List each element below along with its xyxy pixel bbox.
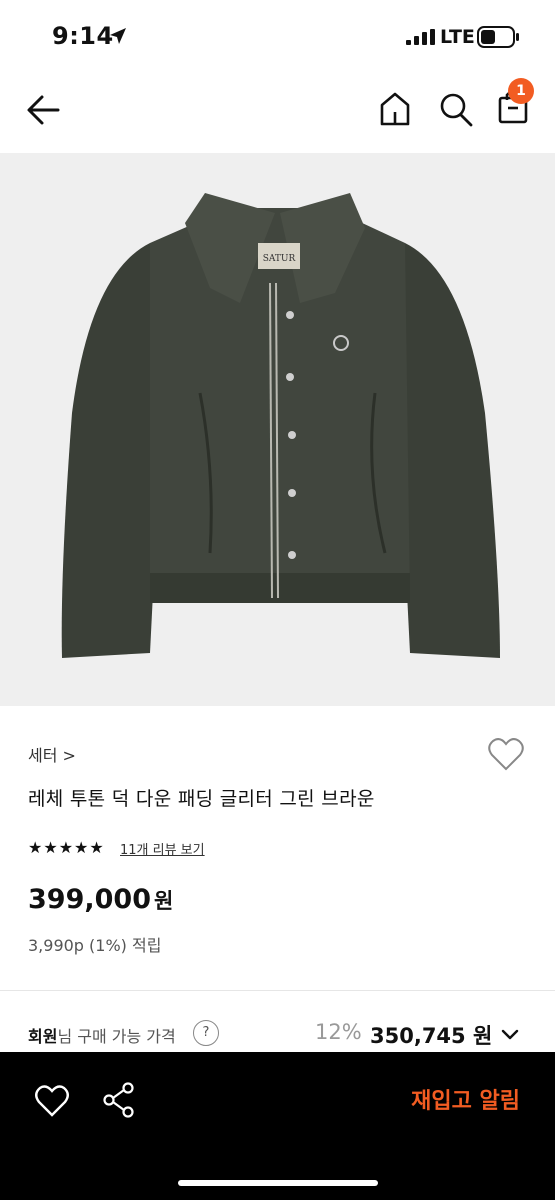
star-icon: ★ [43,838,58,857]
share-icon[interactable] [102,1082,136,1118]
cart-count-badge: 1 [508,78,534,104]
member-label-rest: 님 구매 가능 가격 [57,1027,176,1046]
status-bar: 9:14 LTE [0,0,555,72]
battery-icon [477,26,519,48]
reward-points: 3,990p (1%) 적립 [28,936,162,955]
restock-alert-button[interactable]: 재입고 알림 [360,1080,520,1124]
network-type: LTE [440,26,475,48]
home-icon[interactable] [378,90,412,128]
category-link[interactable]: 세터 > [28,742,76,766]
star-icon: ★ [58,838,74,857]
price-unit: 원 [153,889,174,913]
divider [0,990,555,991]
star-icon: ★ [74,838,89,857]
status-time: 9:14 [52,22,114,50]
bottom-action-bar: 재입고 알림 [0,1052,555,1200]
star-icon: ★ [89,838,104,857]
signal-icon [406,29,435,45]
back-arrow-icon[interactable] [24,92,64,128]
help-icon[interactable]: ? [193,1020,219,1046]
member-price-label: 회원님 구매 가능 가격 [28,1023,176,1047]
product-name: 레체 투톤 덕 다운 패딩 글리터 그린 브라운 [28,788,375,810]
jacket-illustration: SATUR [61,193,500,658]
search-icon[interactable] [438,90,474,128]
discount-rate: 12% [315,1020,362,1044]
member-price: 350,745 원 [370,1024,493,1048]
home-indicator [178,1180,378,1186]
heart-outline-icon[interactable] [34,1084,70,1118]
review-link[interactable]: 11개 리뷰 보기 [120,839,205,858]
product-price: 399,000 원 [28,884,173,915]
member-price-row[interactable]: 회원님 구매 가능 가격 ? 12% 350,745 원 [0,1006,555,1054]
product-image[interactable]: SATUR [0,153,555,706]
location-arrow-icon [110,28,126,44]
member-label-bold: 회원 [28,1027,58,1046]
star-icon: ★ [28,838,43,857]
chevron-down-icon[interactable] [498,1022,522,1046]
top-nav-bar: 1 [0,72,555,154]
rating-stars: ★ ★ ★ ★ ★ [28,840,104,856]
wishlist-heart-icon[interactable] [487,736,525,772]
brand-label-logo: SATUR [263,254,296,264]
price-value: 399,000 [28,884,151,915]
